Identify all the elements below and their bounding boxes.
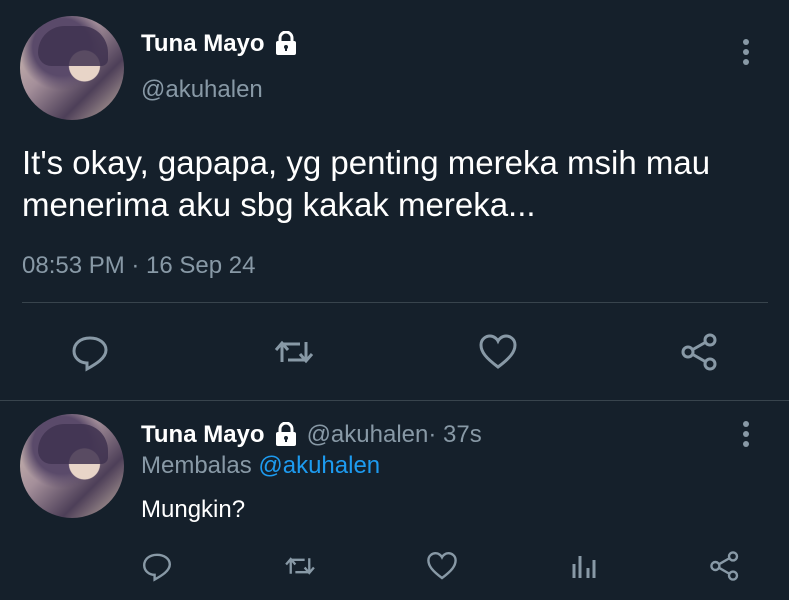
lock-icon xyxy=(273,421,299,448)
reply-icon[interactable] xyxy=(70,332,110,372)
retweet-icon[interactable] xyxy=(283,550,317,582)
heart-icon[interactable] xyxy=(478,332,518,372)
lock-icon xyxy=(273,30,299,57)
analytics-icon[interactable] xyxy=(568,550,600,582)
reply-time: · 37s xyxy=(428,421,482,448)
author-handle[interactable]: @akuhalen xyxy=(307,421,429,449)
author-name-row: Tuna Mayo xyxy=(141,30,299,58)
divider xyxy=(22,302,768,303)
heart-icon[interactable] xyxy=(426,550,458,582)
main-tweet: Tuna Mayo @akuhalen It's okay, gapapa, y… xyxy=(0,0,789,400)
avatar[interactable] xyxy=(20,16,124,120)
section-divider xyxy=(0,400,789,401)
display-name[interactable]: Tuna Mayo xyxy=(141,421,265,449)
author-handle[interactable]: @akuhalen xyxy=(141,76,263,104)
reply-text: Mungkin? xyxy=(141,496,246,523)
avatar[interactable] xyxy=(20,414,124,518)
reply-icon[interactable] xyxy=(141,550,173,582)
more-vertical-icon[interactable] xyxy=(741,39,751,69)
share-icon[interactable] xyxy=(709,550,741,582)
more-vertical-icon[interactable] xyxy=(741,421,751,451)
share-icon[interactable] xyxy=(680,332,720,372)
reply-actions xyxy=(141,548,741,584)
retweet-icon[interactable] xyxy=(272,332,316,372)
reply-author-row: Tuna Mayo @akuhalen · 37s xyxy=(141,421,482,449)
tweet-timestamp[interactable]: 08:53 PM · 16 Sep 24 xyxy=(22,252,255,280)
replying-prefix: Membalas xyxy=(141,452,259,479)
replying-to: Membalas @akuhalen xyxy=(141,452,380,480)
display-name[interactable]: Tuna Mayo xyxy=(141,30,265,58)
tweet-actions xyxy=(70,330,720,374)
tweet-text: It's okay, gapapa, yg penting mereka msi… xyxy=(22,144,711,223)
mention-link[interactable]: @akuhalen xyxy=(258,452,380,479)
